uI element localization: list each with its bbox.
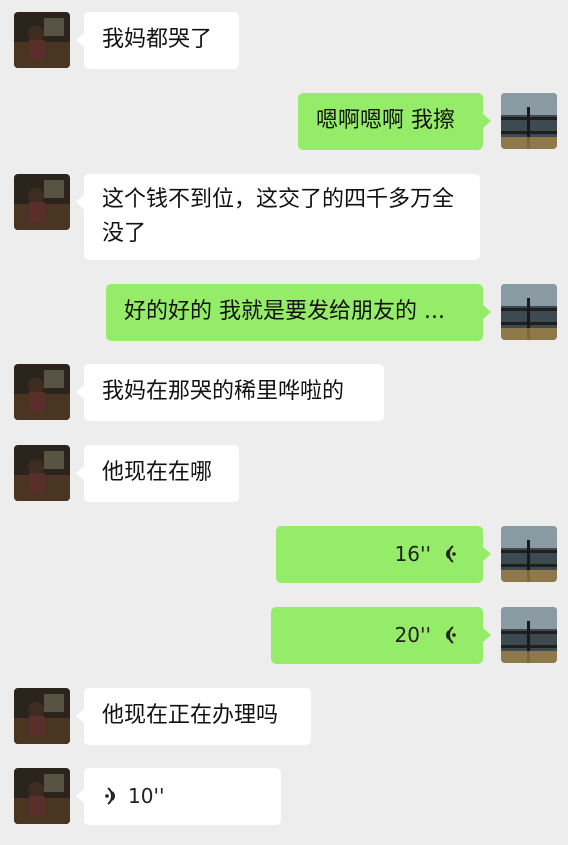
message-bubble-incoming[interactable]: 我妈在那哭的稀里哗啦的: [76, 364, 384, 421]
message-text: 我妈都哭了: [102, 27, 213, 52]
voice-message-outgoing[interactable]: 20'': [271, 607, 491, 664]
voice-duration: 20'': [394, 623, 431, 647]
self-avatar[interactable]: [501, 607, 557, 663]
contact-avatar[interactable]: [14, 768, 70, 824]
contact-avatar[interactable]: [14, 688, 70, 744]
message-text: 他现在在哪: [102, 460, 213, 485]
message-text: 嗯啊嗯啊 我擦: [316, 108, 455, 133]
voice-wave-icon: [441, 625, 457, 645]
message-text: 他现在正在办理吗: [102, 703, 279, 728]
contact-avatar[interactable]: [14, 445, 70, 501]
message-text: 我妈在那哭的稀里哗啦的: [102, 379, 345, 404]
message-bubble-outgoing[interactable]: 嗯啊嗯啊 我擦: [298, 93, 491, 150]
message-bubble-outgoing[interactable]: 好的好的 我就是要发给朋友的 ...: [106, 284, 491, 341]
voice-wave-icon: [104, 786, 120, 806]
self-avatar[interactable]: [501, 526, 557, 582]
voice-message-incoming[interactable]: 10'': [76, 768, 281, 825]
message-bubble-incoming[interactable]: 他现在在哪: [76, 445, 239, 502]
message-text: 这个钱不到位，这交了的四千多万全没了: [102, 187, 455, 246]
voice-message-outgoing[interactable]: 16'': [276, 526, 491, 583]
contact-avatar[interactable]: [14, 364, 70, 420]
self-avatar[interactable]: [501, 93, 557, 149]
contact-avatar[interactable]: [14, 12, 70, 68]
message-bubble-incoming[interactable]: 这个钱不到位，这交了的四千多万全没了: [76, 174, 480, 260]
message-bubble-incoming[interactable]: 他现在正在办理吗: [76, 688, 311, 745]
contact-avatar[interactable]: [14, 174, 70, 230]
self-avatar[interactable]: [501, 284, 557, 340]
message-text: 好的好的 我就是要发给朋友的 ...: [124, 299, 445, 324]
voice-duration: 10'': [128, 784, 165, 808]
voice-duration: 16'': [394, 542, 431, 566]
message-bubble-incoming[interactable]: 我妈都哭了: [76, 12, 239, 69]
voice-wave-icon: [441, 544, 457, 564]
